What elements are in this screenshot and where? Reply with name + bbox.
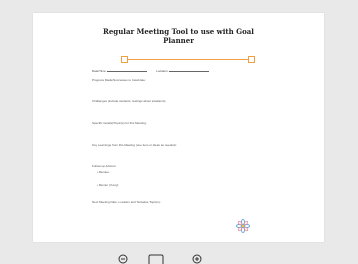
date-field[interactable] bbox=[107, 71, 148, 72]
section-goals: Specific Goal(s)/Topic(s) for this Meeti… bbox=[92, 121, 147, 125]
follow-up-item-label: Mentor (if any): bbox=[98, 183, 120, 187]
section-challenges: Challenges (include students, feelings a… bbox=[92, 99, 167, 103]
date-label: Date/Time: bbox=[92, 69, 107, 73]
follow-up-item-mentor: • Mentor (if any): bbox=[97, 183, 120, 187]
follow-up-item-mentee: • Mentee: bbox=[97, 170, 110, 174]
zoom-in-icon[interactable] bbox=[192, 254, 204, 264]
section-next-meeting: Next Meeting Date, Location and Tentativ… bbox=[92, 200, 161, 204]
date-location-row: Date/Time: Location: bbox=[92, 69, 217, 73]
location-label: Location: bbox=[156, 69, 169, 73]
selection-line bbox=[123, 59, 251, 60]
resize-handle-left[interactable] bbox=[121, 56, 128, 63]
section-follow-up: Follow-up Actions: bbox=[92, 164, 117, 168]
viewer-toolbar bbox=[118, 254, 208, 264]
document-page: Regular Meeting Tool to use with Goal Pl… bbox=[33, 13, 324, 242]
document-title: Regular Meeting Tool to use with Goal Pl… bbox=[33, 27, 324, 45]
organization-logo-icon bbox=[236, 219, 250, 233]
resize-handle-right[interactable] bbox=[248, 56, 255, 63]
follow-up-item-label: Mentee: bbox=[98, 170, 110, 174]
title-line-2: Planner bbox=[163, 36, 194, 45]
section-learnings: Key Learnings from this Meeting (one ite… bbox=[92, 143, 177, 147]
section-progress: Progress Made/Successes to Celebrate: bbox=[92, 78, 146, 82]
fit-page-icon[interactable] bbox=[148, 254, 164, 264]
title-line-1: Regular Meeting Tool to use with Goal bbox=[103, 27, 254, 36]
location-field[interactable] bbox=[169, 71, 210, 72]
zoom-out-icon[interactable] bbox=[118, 254, 130, 264]
document-viewer: Regular Meeting Tool to use with Goal Pl… bbox=[0, 0, 358, 264]
